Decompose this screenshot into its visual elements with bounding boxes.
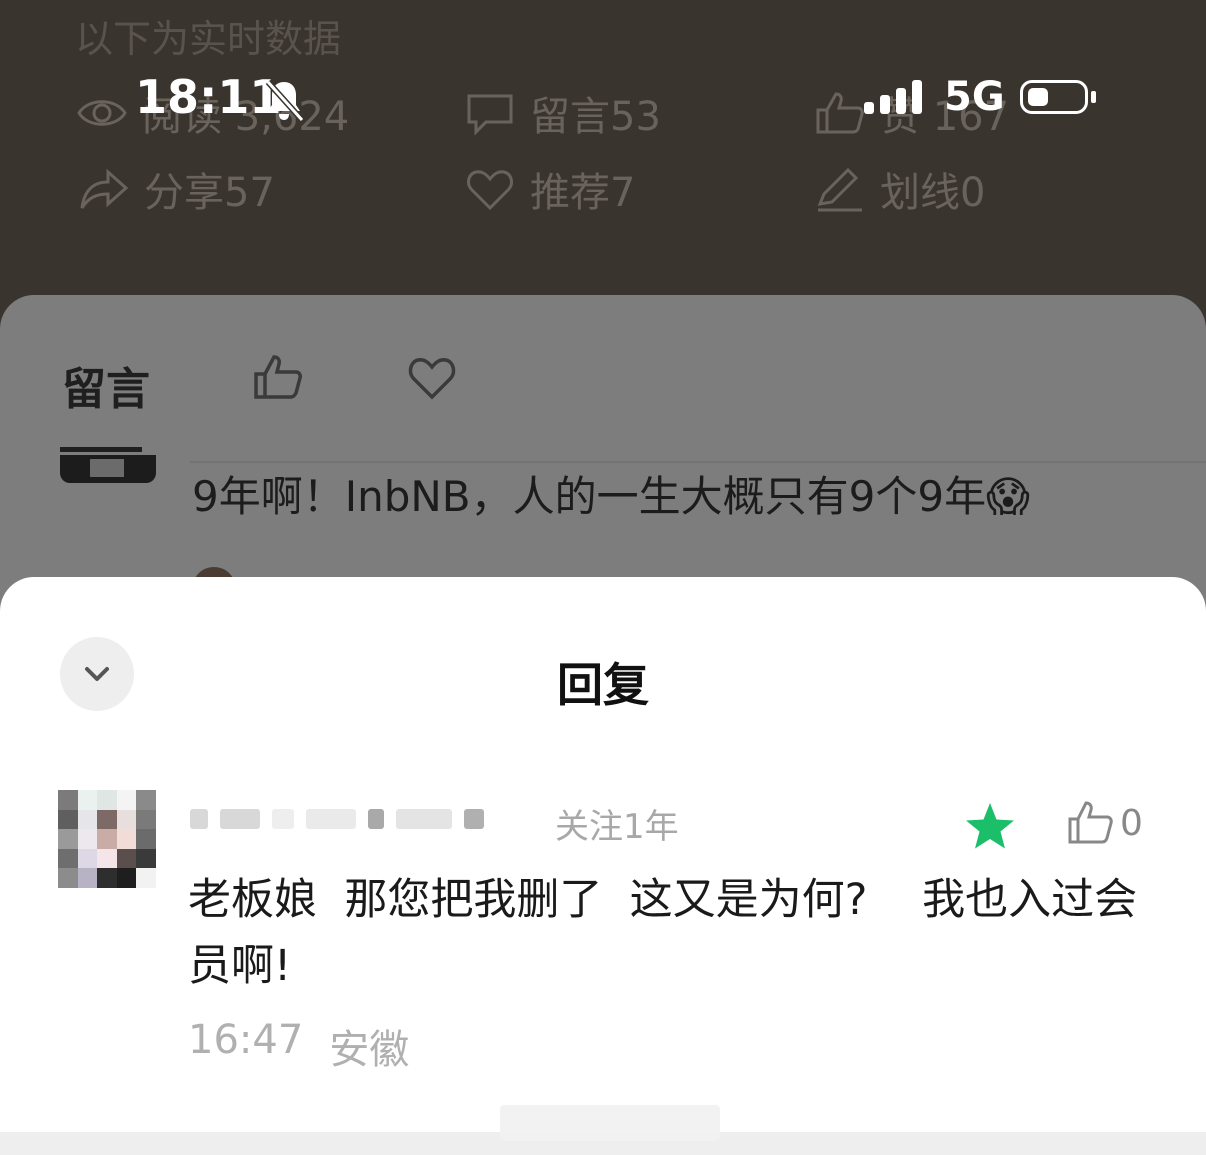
realtime-label: 以下为实时数据 (75, 17, 342, 61)
battery-tip (1091, 91, 1096, 103)
star-icon[interactable] (963, 800, 1017, 854)
reply-sheet: 回复 关注1年 0 老板娘 那您把我删了 这又是为何? 我也入过会员啊! 16:… (0, 577, 1206, 1155)
signal-icon (864, 80, 922, 114)
top-comment-text: 9年啊！InbNB，人的一生大概只有9个9年😱 (192, 472, 1030, 521)
tab-comments[interactable]: 留言 (62, 353, 150, 417)
stat-underline-label: 划线0 (880, 170, 986, 216)
reply-location: 安徽 (329, 1027, 410, 1073)
follow-duration: 关注1年 (555, 807, 679, 847)
stat-recommend: 推荐7 (464, 160, 635, 218)
thumbs-up-icon (1068, 801, 1113, 844)
battery-icon (1020, 80, 1088, 114)
avatar[interactable] (58, 790, 156, 888)
heart-icon (467, 170, 513, 211)
tab-underline (60, 447, 142, 452)
like-button[interactable]: 0 (1066, 799, 1143, 847)
thumbs-up-icon[interactable] (252, 353, 304, 401)
stat-recommend-label: 推荐7 (530, 170, 636, 216)
status-time: 18:11 (135, 70, 282, 124)
reply-meta: 16:47 安徽 (188, 1017, 409, 1075)
stat-share-label: 分享57 (144, 170, 275, 216)
status-bar: 18:11 5G (0, 70, 1206, 130)
avatar[interactable] (60, 455, 156, 483)
heart-icon[interactable] (406, 353, 458, 401)
stat-underline: 划线0 (814, 160, 985, 218)
like-count: 0 (1120, 802, 1143, 844)
share-icon (80, 168, 129, 209)
article-stats-panel: 以下为实时数据 阅读 3,624 留言53 赞 167 分享57 推荐7 划线0 (0, 0, 1206, 300)
pen-icon (817, 167, 862, 212)
username-blurred (190, 805, 540, 833)
reply-text: 老板娘 那您把我删了 这又是为何? 我也入过会员啊! (188, 875, 1138, 991)
network-label: 5G (944, 74, 1005, 120)
bell-slash-icon (265, 79, 305, 122)
watermark-blur (500, 1105, 720, 1141)
reply-title: 回复 (557, 658, 649, 712)
stat-share: 分享57 (78, 160, 275, 218)
reply-time: 16:47 (188, 1017, 304, 1063)
